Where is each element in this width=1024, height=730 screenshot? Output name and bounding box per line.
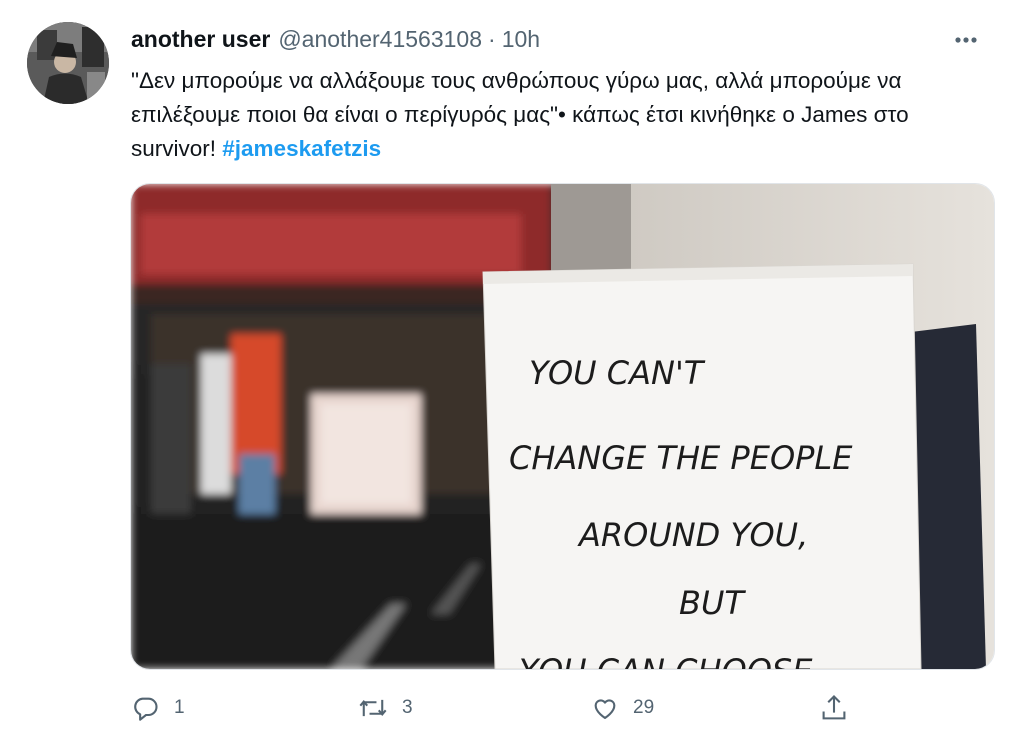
- share-button[interactable]: [820, 690, 848, 726]
- retweet-button[interactable]: 3: [358, 690, 413, 726]
- avatar-image: [27, 22, 109, 104]
- sign-line-3: AROUND YOU,: [577, 516, 808, 554]
- sign-line-5: YOU CAN CHOOSE: [519, 652, 813, 669]
- tweet-header: another user @another41563108 · 10h: [131, 26, 540, 56]
- retweet-icon: [359, 699, 387, 717]
- tweet-text: "Δεν μπορούμε να αλλάξουμε τους ανθρώπου…: [131, 64, 991, 166]
- photo-image: YOU CAN'T CHANGE THE PEOPLE AROUND YOU, …: [131, 184, 994, 669]
- hashtag-link[interactable]: #jameskafetzis: [222, 136, 381, 161]
- header-separator: ·: [488, 26, 496, 52]
- author-name[interactable]: another user: [131, 26, 270, 53]
- like-count: 29: [633, 697, 655, 718]
- tweet-actions: 1 3 29: [0, 690, 1024, 726]
- retweet-count: 3: [402, 697, 413, 718]
- avatar[interactable]: [27, 22, 109, 104]
- sign-line-2: CHANGE THE PEOPLE: [509, 439, 853, 477]
- share-icon: [822, 694, 846, 720]
- more-button[interactable]: [948, 28, 984, 52]
- like-icon: [594, 699, 616, 719]
- author-handle[interactable]: @another41563108: [278, 26, 482, 53]
- sign-line-1: YOU CAN'T: [529, 354, 706, 392]
- more-icon: [955, 37, 977, 43]
- reply-count: 1: [174, 697, 185, 718]
- like-button[interactable]: 29: [591, 690, 654, 726]
- sign-line-4: BUT: [679, 584, 746, 622]
- reply-icon: [134, 697, 158, 721]
- tweet-photo[interactable]: YOU CAN'T CHANGE THE PEOPLE AROUND YOU, …: [130, 183, 995, 670]
- tweet-timestamp[interactable]: 10h: [502, 26, 540, 53]
- tweet[interactable]: another user @another41563108 · 10h "Δεν…: [0, 0, 1024, 730]
- reply-button[interactable]: 1: [132, 690, 185, 726]
